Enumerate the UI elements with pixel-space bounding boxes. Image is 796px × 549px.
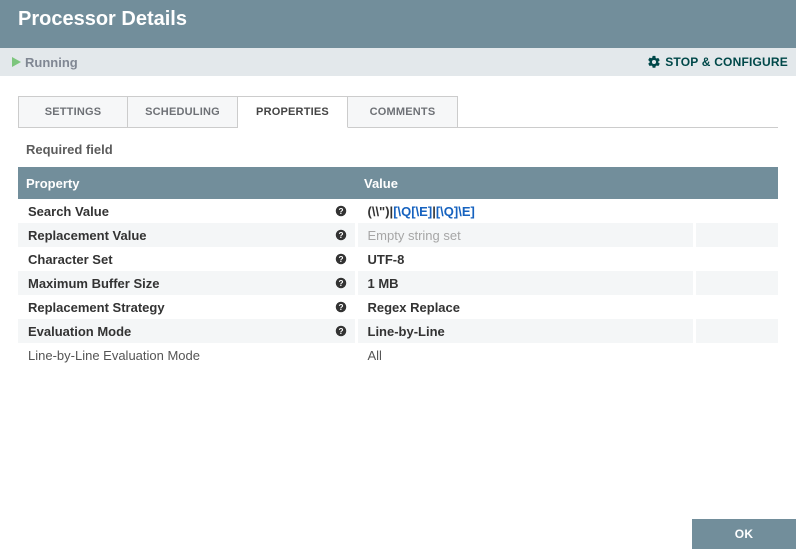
tab-properties[interactable]: PROPERTIES (238, 96, 348, 128)
property-value: Empty string set (368, 228, 461, 243)
property-value: Regex Replace (368, 300, 461, 315)
property-name-cell: Replacement Value ? (18, 223, 356, 247)
property-extra-cell (694, 223, 778, 247)
section-label: Required field (26, 142, 778, 157)
column-header-extra (694, 167, 778, 199)
svg-text:?: ? (338, 255, 343, 264)
property-value: 1 MB (368, 276, 399, 291)
property-extra-cell (694, 343, 778, 367)
table-row[interactable]: Search Value ? (\\")|[\Q[\E]|[\Q]\E] (18, 199, 778, 223)
property-name: Maximum Buffer Size (28, 276, 159, 291)
property-extra-cell (694, 199, 778, 223)
property-extra-cell (694, 247, 778, 271)
table-row[interactable]: Replacement Strategy ? Regex Replace (18, 295, 778, 319)
tab-comments[interactable]: COMMENTS (348, 96, 458, 128)
property-value-cell[interactable]: Line-by-Line (356, 319, 694, 343)
svg-text:?: ? (338, 231, 343, 240)
stop-configure-label: STOP & CONFIGURE (665, 55, 788, 69)
table-header-row: Property Value (18, 167, 778, 199)
help-icon[interactable]: ? (335, 301, 347, 313)
dialog-header: Processor Details (0, 0, 796, 48)
property-value: All (368, 348, 382, 363)
property-value: Line-by-Line (368, 324, 445, 339)
property-value: (\\")|[\Q[\E]|[\Q]\E] (368, 204, 475, 219)
help-icon[interactable]: ? (335, 205, 347, 217)
page-title: Processor Details (18, 8, 778, 31)
play-icon (12, 57, 21, 67)
property-extra-cell (694, 271, 778, 295)
svg-text:?: ? (338, 303, 343, 312)
table-row[interactable]: Maximum Buffer Size ? 1 MB (18, 271, 778, 295)
help-icon[interactable]: ? (335, 229, 347, 241)
property-name: Search Value (28, 204, 109, 219)
property-name-cell: Replacement Strategy ? (18, 295, 356, 319)
property-name-cell: Line-by-Line Evaluation Mode (18, 343, 356, 367)
tab-settings[interactable]: SETTINGS (18, 96, 128, 128)
property-name: Replacement Value (28, 228, 147, 243)
property-value: UTF-8 (368, 252, 405, 267)
property-value-cell[interactable]: 1 MB (356, 271, 694, 295)
table-row[interactable]: Character Set ? UTF-8 (18, 247, 778, 271)
help-icon[interactable]: ? (335, 253, 347, 265)
property-value-cell[interactable]: Empty string set (356, 223, 694, 247)
status-indicator: Running (12, 55, 78, 70)
property-extra-cell (694, 295, 778, 319)
property-name: Replacement Strategy (28, 300, 165, 315)
property-name: Character Set (28, 252, 113, 267)
status-bar: Running STOP & CONFIGURE (0, 48, 796, 76)
column-header-value: Value (356, 167, 694, 199)
property-name-cell: Character Set ? (18, 247, 356, 271)
property-extra-cell (694, 319, 778, 343)
help-icon[interactable]: ? (335, 325, 347, 337)
gear-icon (647, 55, 661, 69)
svg-text:?: ? (338, 279, 343, 288)
table-row[interactable]: Evaluation Mode ? Line-by-Line (18, 319, 778, 343)
property-name-cell: Search Value ? (18, 199, 356, 223)
column-header-property: Property (18, 167, 356, 199)
status-label: Running (25, 55, 78, 70)
tab-bar: SETTINGS SCHEDULING PROPERTIES COMMENTS (18, 96, 778, 128)
help-icon[interactable]: ? (335, 277, 347, 289)
property-name-cell: Evaluation Mode ? (18, 319, 356, 343)
content-area: SETTINGS SCHEDULING PROPERTIES COMMENTS … (0, 76, 796, 367)
tab-scheduling[interactable]: SCHEDULING (128, 96, 238, 128)
ok-button[interactable]: OK (692, 519, 796, 549)
svg-text:?: ? (338, 207, 343, 216)
property-value-cell[interactable]: All (356, 343, 694, 367)
property-name: Evaluation Mode (28, 324, 131, 339)
table-row[interactable]: Replacement Value ? Empty string set (18, 223, 778, 247)
table-row[interactable]: Line-by-Line Evaluation Mode All (18, 343, 778, 367)
stop-configure-button[interactable]: STOP & CONFIGURE (647, 55, 788, 69)
property-value-cell[interactable]: (\\")|[\Q[\E]|[\Q]\E] (356, 199, 694, 223)
properties-table: Property Value Search Value ? (\\")|[\Q[… (18, 167, 778, 367)
property-name: Line-by-Line Evaluation Mode (28, 348, 200, 363)
property-name-cell: Maximum Buffer Size ? (18, 271, 356, 295)
property-value-cell[interactable]: UTF-8 (356, 247, 694, 271)
svg-text:?: ? (338, 327, 343, 336)
dialog-footer: OK (0, 519, 796, 549)
property-value-cell[interactable]: Regex Replace (356, 295, 694, 319)
